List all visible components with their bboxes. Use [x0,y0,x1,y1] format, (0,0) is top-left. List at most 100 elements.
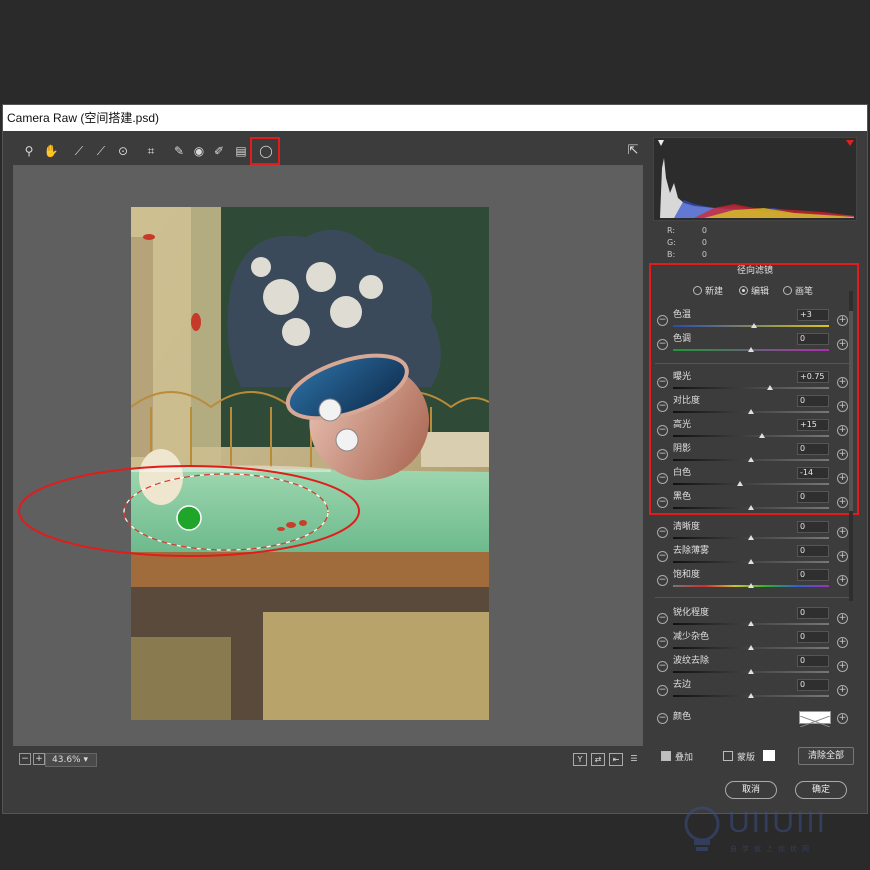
plus-icon[interactable]: + [837,425,848,436]
plus-icon[interactable]: + [837,661,848,672]
zoom-out-button[interactable]: − [19,753,31,765]
minus-icon[interactable]: − [657,575,668,586]
minus-icon[interactable]: − [657,377,668,388]
targeted-adjustment-tool-icon[interactable]: ⊙ [115,143,131,159]
minus-icon[interactable]: − [657,637,668,648]
plus-icon[interactable]: + [837,613,848,624]
mode-edit-radio[interactable]: 编辑 [739,284,769,297]
minus-icon[interactable]: − [657,527,668,538]
slider-thumb[interactable] [748,505,754,510]
minus-icon[interactable]: − [657,497,668,508]
slider-thumb[interactable] [748,347,754,352]
minus-icon[interactable]: − [657,401,668,412]
minus-icon[interactable]: − [657,315,668,326]
before-after-toggle[interactable]: Y [573,753,587,766]
zoom-level-select[interactable]: 43.6% ▾ [45,753,97,767]
graduated-filter-icon[interactable]: ▤ [233,143,249,159]
slider-thumb[interactable] [748,621,754,626]
slider-track[interactable] [673,435,829,437]
plus-icon[interactable]: + [837,527,848,538]
minus-icon[interactable]: − [657,551,668,562]
slider-value-input[interactable]: 0 [797,333,829,345]
plus-icon[interactable]: + [837,685,848,696]
radial-filter-overlay[interactable] [13,165,643,746]
plus-icon[interactable]: + [837,713,848,724]
plus-icon[interactable]: + [837,315,848,326]
slider-thumb[interactable] [748,559,754,564]
plus-icon[interactable]: + [837,473,848,484]
slider-thumb[interactable] [748,409,754,414]
slider-value-input[interactable]: -14 [797,467,829,479]
plus-icon[interactable]: + [837,497,848,508]
plus-icon[interactable]: + [837,401,848,412]
slider-value-input[interactable]: 0 [797,443,829,455]
slider-value-input[interactable]: +0.75 [797,371,829,383]
slider-thumb[interactable] [748,693,754,698]
slider-thumb[interactable] [748,457,754,462]
zoom-in-button[interactable]: + [33,753,45,765]
preview-preferences-icon[interactable]: ☰ [627,753,641,766]
plus-icon[interactable]: + [837,339,848,350]
color-swatch[interactable] [799,711,831,728]
slider-thumb[interactable] [758,433,765,438]
crop-tool-icon[interactable]: ⌗ [143,143,159,159]
radial-filter-icon[interactable]: ◯ [258,143,274,159]
slider-value-input[interactable]: 0 [797,655,829,667]
minus-icon[interactable]: − [657,661,668,672]
open-preferences-icon[interactable]: ⇱ [625,143,641,159]
mask-checkbox[interactable] [723,751,733,761]
swap-settings-icon[interactable]: ⇄ [591,753,605,766]
image-preview-area[interactable] [13,165,643,746]
slider-value-input[interactable]: 0 [797,545,829,557]
red-eye-tool-icon[interactable]: ◉ [191,143,207,159]
adjustment-brush-icon[interactable]: ✐ [211,143,227,159]
tool-bar: ⇱ ⚲ ✋ ⟋ ⟋ ⊙ ⌗ ✎ ◉ ✐ ▤ ◯ [13,137,649,165]
slider-track[interactable] [673,387,829,389]
slider-value-input[interactable]: 0 [797,607,829,619]
hand-tool-icon[interactable]: ✋ [43,143,59,159]
white-balance-tool-icon[interactable]: ⟋ [71,143,87,159]
slider-value-input[interactable]: 0 [797,569,829,581]
mode-brush-radio[interactable]: 画笔 [783,284,813,297]
copy-settings-icon[interactable]: ⇤ [609,753,623,766]
slider-value-input[interactable]: 0 [797,521,829,533]
slider-thumb[interactable] [748,645,754,650]
plus-icon[interactable]: + [837,449,848,460]
slider-thumb[interactable] [748,669,754,674]
plus-icon[interactable]: + [837,575,848,586]
color-sampler-tool-icon[interactable]: ⟋ [93,143,109,159]
slider-label: 减少杂色 [673,632,710,642]
slider-value-input[interactable]: 0 [797,679,829,691]
minus-icon[interactable]: − [657,613,668,624]
cancel-button[interactable]: 取消 [725,781,777,799]
slider-thumb[interactable] [737,481,744,486]
minus-icon[interactable]: − [657,425,668,436]
minus-icon[interactable]: − [657,685,668,696]
plus-icon[interactable]: + [837,377,848,388]
minus-icon[interactable]: − [657,339,668,350]
mode-new-radio[interactable]: 新建 [693,284,723,297]
slider-thumb[interactable] [766,385,773,390]
slider-thumb[interactable] [751,323,758,328]
plus-icon[interactable]: + [837,551,848,562]
zoom-tool-icon[interactable]: ⚲ [21,143,37,159]
slider-track[interactable] [673,483,829,485]
plus-icon[interactable]: + [837,637,848,648]
slider-thumb[interactable] [748,535,754,540]
scrollbar-thumb[interactable] [849,311,853,511]
slider-thumb[interactable] [748,583,754,588]
mask-color-swatch[interactable] [763,750,775,761]
slider-value-input[interactable]: 0 [797,631,829,643]
slider-value-input[interactable]: 0 [797,491,829,503]
minus-icon[interactable]: − [657,449,668,460]
panel-scrollbar[interactable] [849,291,853,601]
minus-icon[interactable]: − [657,473,668,484]
slider-value-input[interactable]: 0 [797,395,829,407]
slider-value-input[interactable]: +3 [797,309,829,321]
overlay-checkbox[interactable] [661,751,671,761]
clear-all-button[interactable]: 清除全部 [798,747,854,765]
slider-value-input[interactable]: +15 [797,419,829,431]
ok-button[interactable]: 确定 [795,781,847,799]
spot-removal-tool-icon[interactable]: ✎ [171,143,187,159]
minus-icon[interactable]: − [657,713,668,724]
